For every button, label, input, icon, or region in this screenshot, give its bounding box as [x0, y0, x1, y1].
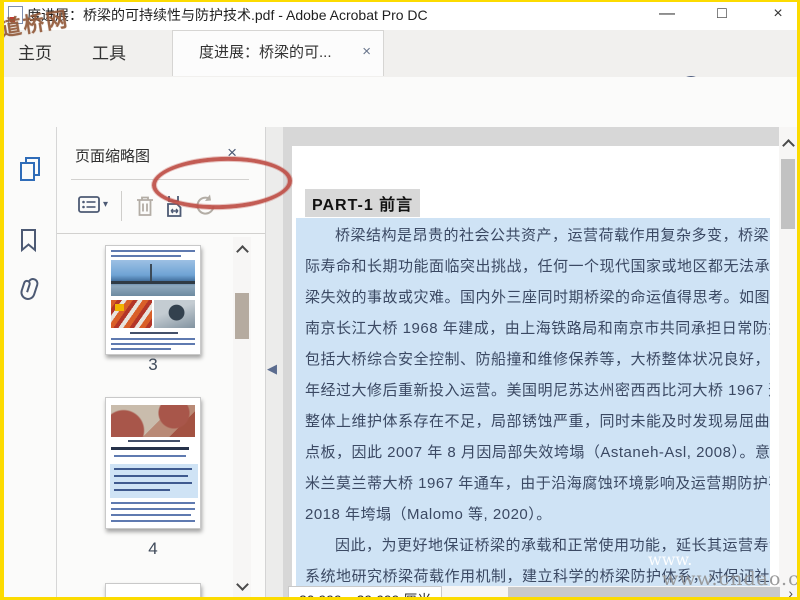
document-text-line: 点板，因此 2007 年 8 月因局部失效垮塌（Astaneh-Asl, 200… — [305, 444, 770, 461]
thumbnail-page-number: 4 — [148, 539, 158, 558]
panel-scrollbar-thumb[interactable] — [235, 293, 249, 339]
thumbnail-text — [111, 520, 195, 522]
thumbnail-text — [114, 482, 192, 484]
collapse-panel-icon[interactable]: ◀ — [267, 361, 277, 377]
navigation-rail — [0, 127, 57, 600]
thumbnail-text — [111, 514, 191, 516]
tab-document[interactable]: 度进展：桥梁的可... × — [172, 30, 384, 76]
site-watermark-url: www.cndao.com — [662, 568, 800, 590]
thumbnail-image — [111, 300, 152, 328]
tab-document-label: 度进展：桥梁的可... — [199, 44, 332, 61]
close-button[interactable]: × — [756, 0, 800, 28]
document-text-line: 整体上维护体系存在不足，局部锈蚀严重，同时未能及时发现易屈曲的节 — [305, 413, 770, 430]
page-thumbnail[interactable] — [105, 245, 201, 355]
bridge-tower — [149, 264, 152, 283]
thumbnail-caption — [130, 332, 178, 334]
page-thumbnails-icon[interactable] — [17, 155, 43, 183]
thumbnail-text — [111, 348, 171, 350]
thumbnail-text — [111, 338, 195, 340]
scroll-up-icon[interactable] — [236, 243, 249, 261]
thumbnail-text — [114, 475, 188, 477]
thumbnail-text — [114, 489, 170, 491]
document-text-line: 际寿命和长期功能面临突出挑战，任何一个现代国家或地区都无法承受桥 — [305, 258, 770, 275]
attachments-icon[interactable] — [17, 277, 43, 305]
thumbnail-page-number: 3 — [148, 355, 158, 374]
thumbnail-image — [154, 300, 195, 328]
thumbnail-text — [111, 255, 181, 257]
panel-scrollbar[interactable] — [233, 237, 251, 600]
document-scrollbar-thumb[interactable] — [781, 159, 795, 229]
tab-tools[interactable]: 工具 — [92, 30, 126, 77]
document-area: PART-1 前言 桥梁结构是昂贵的社会公共资产，运营荷载作用复杂多变，桥梁的实… — [283, 127, 797, 600]
text-selection-highlight: 桥梁结构是昂贵的社会公共资产，运营荷载作用复杂多变，桥梁的实 际寿命和长期功能面… — [296, 218, 770, 600]
page-thumbnail[interactable] — [105, 583, 201, 600]
thumbnail-heading — [111, 447, 189, 450]
document-text-line: 米兰莫兰蒂大桥 1967 年通车，由于沿海腐蚀环境影响及运营期防护不足， — [305, 475, 770, 492]
bridge-deck — [111, 280, 195, 284]
watermark-fragment: www. — [648, 550, 693, 569]
document-text-line: 年经过大修后重新投入运营。美国明尼苏达州密西西比河大桥 1967 通车， — [305, 382, 770, 399]
document-text-line: 梁失效的事故或灾难。国内外三座同时期桥梁的命运值得思考。如图 1， — [305, 289, 770, 306]
divider — [121, 191, 122, 221]
minimize-button[interactable]: — — [645, 0, 689, 28]
document-text-line: 2018 年垮塌（Malomo 等, 2020）。 — [305, 506, 552, 523]
maximize-button[interactable]: □ — [700, 0, 744, 28]
page-thumbnail[interactable] — [105, 397, 201, 529]
thumbnail-text — [111, 508, 195, 510]
document-scrollbar-vertical[interactable] — [779, 127, 797, 586]
document-heading: PART-1 前言 — [305, 189, 421, 217]
chevron-down-icon[interactable]: ▾ — [103, 199, 108, 210]
bookmarks-icon[interactable] — [17, 227, 41, 253]
scroll-up-icon[interactable] — [782, 137, 795, 155]
toolbar: ↑ ↓ / 17 − + 50% ▾ ▾ [ — [0, 77, 800, 212]
thumbnail-highlight — [110, 464, 198, 498]
panel-title: 页面缩略图 — [75, 148, 151, 165]
main-area: 页面缩略图 × ▾ 3 4 ◀ PART-1 前言 桥梁结构是昂贵的社会公共资产… — [0, 127, 800, 600]
thumbnail-text — [111, 250, 195, 252]
document-text-line: 因此，为更好地保证桥梁的承载和正常使用功能，延长其运营寿命， — [335, 537, 770, 554]
page-size-indicator: 20.999 x 29.699 厘米 — [288, 586, 443, 600]
title-bar: 度进展：桥梁的可持续性与防护技术.pdf - Adobe Acrobat Pro… — [0, 0, 800, 30]
scroll-down-icon[interactable] — [236, 576, 249, 594]
pdf-page: PART-1 前言 桥梁结构是昂贵的社会公共资产，运营荷载作用复杂多变，桥梁的实… — [292, 146, 779, 600]
delete-page-icon[interactable] — [133, 193, 157, 219]
thumbnail-caption — [128, 440, 180, 442]
document-text-line: 包括大桥综合安全控制、防船撞和维修保养等，大桥整体状况良好，2018 — [305, 351, 770, 368]
thumbnail-options-icon[interactable] — [77, 195, 101, 215]
thumbnail-text — [114, 455, 186, 457]
tab-close-icon[interactable]: × — [362, 43, 371, 60]
thumbnail-text — [114, 468, 192, 470]
acrobat-window: 度进展：桥梁的可持续性与防护技术.pdf - Adobe Acrobat Pro… — [0, 0, 800, 600]
thumbnail-image — [111, 405, 195, 437]
thumbnail-text — [111, 502, 195, 504]
tab-bar: 主页 工具 度进展：桥梁的可... × ? 登录 — [0, 30, 800, 98]
thumbnail-text — [111, 343, 195, 345]
document-text-line: 桥梁结构是昂贵的社会公共资产，运营荷载作用复杂多变，桥梁的实 — [335, 227, 770, 244]
divider — [57, 233, 265, 234]
window-title: 度进展：桥梁的可持续性与防护技术.pdf - Adobe Acrobat Pro… — [27, 7, 428, 23]
thumbnail-image — [111, 260, 195, 296]
document-text-line: 南京长江大桥 1968 年建成，由上海铁路局和南京市共同承担日常防护， — [305, 320, 770, 337]
